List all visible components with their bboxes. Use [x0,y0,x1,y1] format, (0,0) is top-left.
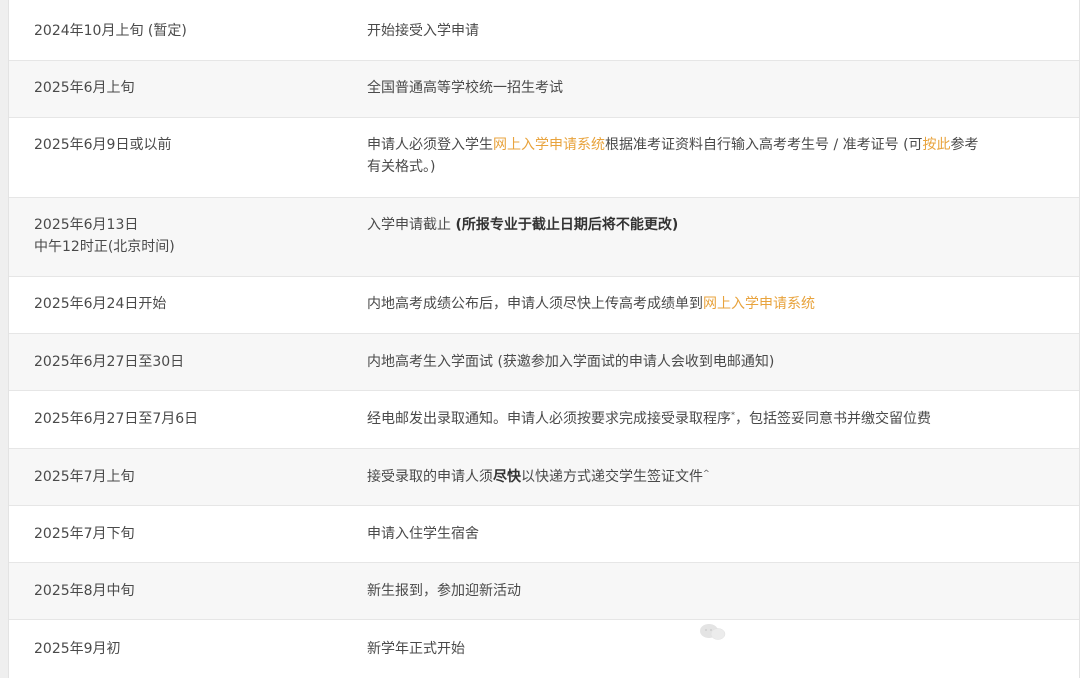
description-bold-text: (所报专业于截止日期后将不能更改) [455,217,679,233]
table-row: 2025年6月13日 中午12时正(北京时间) 入学申请截止 (所报专业于截止日… [9,198,1079,277]
row-date: 2025年6月27日至30日 [34,354,185,370]
description-text: 经电邮发出录取通知。申请人必须按要求完成接受录取程序 [367,411,731,427]
row-description: 接受录取的申请人须尽快以快递方式递交学生签证文件^ [367,466,1057,488]
description-text: 参考 [950,137,979,153]
row-date: 2025年6月27日至7月6日 [34,411,199,427]
click-here-link[interactable]: 按此 [923,137,951,153]
row-date: 2025年6月上旬 [34,80,135,96]
table-row: 2025年6月27日至7月6日 经电邮发出录取通知。申请人必须按要求完成接受录取… [9,391,1079,449]
row-date: 2025年7月下旬 [34,526,135,542]
table-row: 2025年7月上旬 接受录取的申请人须尽快以快递方式递交学生签证文件^ [9,449,1079,506]
row-description: 申请人必须登入学生网上入学申请系统根据准考证资料自行输入高考考生号 / 准考证号… [367,134,1057,178]
description-text: 内地高考成绩公布后，申请人须尽快上传高考成绩单到 [367,296,703,312]
description-text: 以快递方式递交学生签证文件 [521,469,703,485]
online-application-link[interactable]: 网上入学申请系统 [703,296,815,312]
online-application-link[interactable]: 网上入学申请系统 [493,137,605,153]
table-row: 2025年7月下旬 申请入住学生宿舍 [9,506,1079,563]
description-text: 接受录取的申请人须 [367,469,493,485]
table-row: 2025年6月27日至30日 内地高考生入学面试 (获邀参加入学面试的申请人会收… [9,334,1079,391]
row-date: 2025年7月上旬 [34,469,135,485]
row-description: 申请入住学生宿舍 [367,526,479,542]
row-description: 内地高考生入学面试 (获邀参加入学面试的申请人会收到电邮通知) [367,354,775,370]
description-text: 入学申请截止 [367,217,456,233]
page-frame: 2024年10月上旬 (暂定) 开始接受入学申请 2025年6月上旬 全国普通高… [0,0,1080,678]
row-description: 全国普通高等学校统一招生考试 [367,80,563,96]
date-line: 中午12时正(北京时间) [34,239,175,255]
date-line: 2025年6月13日 [34,217,139,233]
description-text: ，包括签妥同意书并缴交留位费 [735,411,931,427]
table-row: 2025年6月上旬 全国普通高等学校统一招生考试 [9,61,1079,118]
row-date: 2025年6月24日开始 [34,296,167,312]
description-text: 有关格式。) [367,159,436,175]
admission-schedule-table: 2024年10月上旬 (暂定) 开始接受入学申请 2025年6月上旬 全国普通高… [8,0,1080,678]
row-date: 2024年10月上旬 (暂定) [34,23,187,39]
row-date: 2025年9月初 [34,641,121,657]
chat-bubble-watermark-icon [700,624,726,640]
row-description: 内地高考成绩公布后，申请人须尽快上传高考成绩单到网上入学申请系统 [367,293,1057,315]
table-row: 2024年10月上旬 (暂定) 开始接受入学申请 [9,0,1079,61]
row-date: 2025年6月9日或以前 [34,137,172,153]
table-row: 2025年6月24日开始 内地高考成绩公布后，申请人须尽快上传高考成绩单到网上入… [9,277,1079,334]
description-bold-text: 尽快 [493,469,521,485]
row-description: 开始接受入学申请 [367,23,479,39]
description-text: 根据准考证资料自行输入高考考生号 / 准考证号 (可 [605,137,923,153]
table-row: 2025年6月9日或以前 申请人必须登入学生网上入学申请系统根据准考证资料自行输… [9,118,1079,198]
row-description: 经电邮发出录取通知。申请人必须按要求完成接受录取程序*，包括签妥同意书并缴交留位… [367,408,1057,430]
row-description: 入学申请截止 (所报专业于截止日期后将不能更改) [367,214,1057,236]
row-description: 新生报到，参加迎新活动 [367,583,521,599]
footnote-marker: ^ [703,468,710,478]
table-row: 2025年8月中旬 新生报到，参加迎新活动 [9,563,1079,620]
row-date: 2025年8月中旬 [34,583,135,599]
description-text: 申请人必须登入学生 [367,137,493,153]
row-date: 2025年6月13日 中午12时正(北京时间) [34,214,334,258]
table-row: 2025年9月初 新学年正式开始 [9,620,1079,678]
